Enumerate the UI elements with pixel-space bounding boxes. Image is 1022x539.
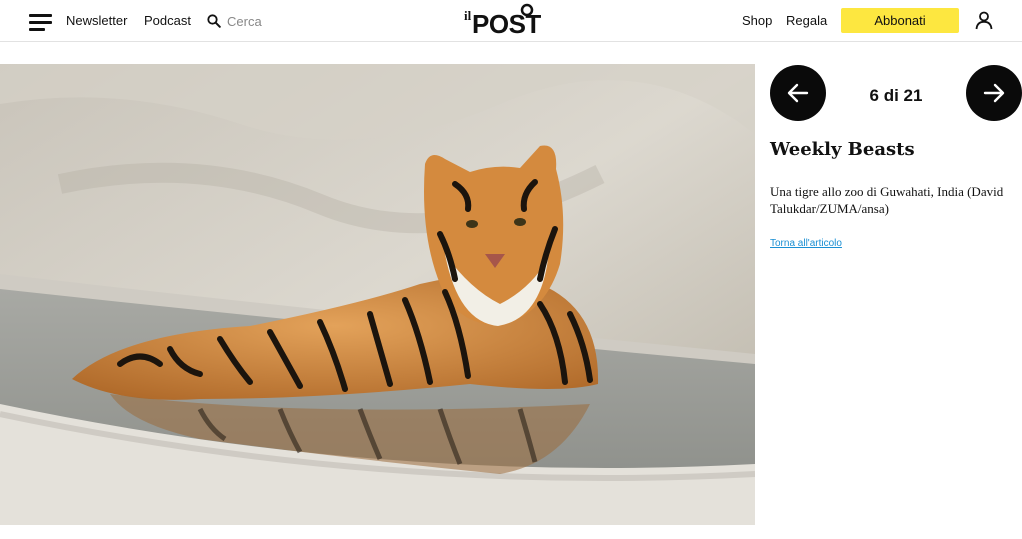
nav-newsletter-link[interactable]: Newsletter xyxy=(66,13,127,28)
gallery-photo xyxy=(0,64,755,525)
user-icon[interactable] xyxy=(975,11,993,30)
tiger-photo xyxy=(0,64,755,525)
next-photo-button[interactable] xyxy=(966,65,1022,121)
search-box[interactable] xyxy=(207,11,287,31)
photo-caption: Una tigre allo zoo di Guwahati, India (D… xyxy=(770,184,1004,216)
arrow-right-icon xyxy=(983,83,1005,103)
nav-podcast-link[interactable]: Podcast xyxy=(144,13,191,28)
back-to-article-link[interactable]: Torna all'articolo xyxy=(770,238,842,249)
menu-icon[interactable] xyxy=(29,12,53,32)
previous-photo-button[interactable] xyxy=(770,65,826,121)
gallery-title: Weekly Beasts xyxy=(770,139,915,160)
site-header: Newsletter Podcast il POST Shop Regala A… xyxy=(0,0,1022,42)
site-logo[interactable]: il POST xyxy=(464,2,560,38)
logo-small-text: il xyxy=(464,8,472,23)
subscribe-button[interactable]: Abbonati xyxy=(841,8,959,33)
gift-link[interactable]: Regala xyxy=(786,13,827,28)
arrow-left-icon xyxy=(787,83,809,103)
photo-counter: 6 di 21 xyxy=(869,86,923,105)
search-icon[interactable] xyxy=(207,14,221,28)
shop-link[interactable]: Shop xyxy=(742,13,772,28)
logo-main-text: POST xyxy=(472,9,541,38)
search-input[interactable] xyxy=(227,11,287,31)
